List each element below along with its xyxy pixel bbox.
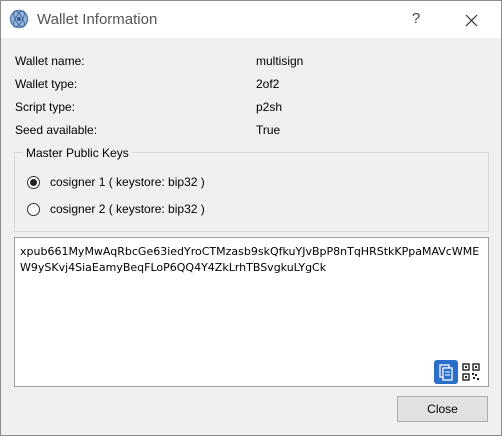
wallet-type-label: Wallet type: <box>15 77 78 91</box>
title-bar[interactable]: Wallet Information ? <box>1 1 501 38</box>
cosigner-1-option[interactable]: cosigner 1 ( keystore: bip32 ) <box>27 173 205 191</box>
close-button[interactable]: Close <box>397 396 488 422</box>
window-title: Wallet Information <box>37 11 158 28</box>
radio-unselected-icon[interactable] <box>27 202 40 216</box>
cosigner-2-label: cosigner 2 ( keystore: bip32 ) <box>50 202 205 216</box>
cosigner-2-option[interactable]: cosigner 2 ( keystore: bip32 ) <box>27 200 205 218</box>
help-button[interactable]: ? <box>405 7 427 31</box>
wallet-type-value: 2of2 <box>256 77 280 91</box>
copy-button[interactable] <box>434 360 458 384</box>
wallet-name-value: multisign <box>256 54 304 68</box>
qrcode-icon[interactable] <box>462 363 480 381</box>
electrum-icon <box>9 9 29 29</box>
wallet-name-label: Wallet name: <box>15 54 85 68</box>
seed-available-label: Seed available: <box>15 123 98 137</box>
master-public-key-value[interactable]: xpub661MyMwAqRbcGe63iedYroCTMzasb9skQfku… <box>20 244 485 276</box>
seed-available-value: True <box>256 123 281 137</box>
radio-selected-icon[interactable] <box>27 175 40 189</box>
close-icon[interactable] <box>456 7 486 33</box>
master-public-keys-group <box>14 152 489 232</box>
wallet-information-dialog: Wallet Information ? Wallet name: multis… <box>0 0 502 436</box>
copy-icon <box>439 364 453 381</box>
cosigner-1-label: cosigner 1 ( keystore: bip32 ) <box>50 175 205 189</box>
script-type-label: Script type: <box>15 100 76 114</box>
group-title: Master Public Keys <box>23 146 132 160</box>
master-public-key-textbox[interactable]: xpub661MyMwAqRbcGe63iedYroCTMzasb9skQfku… <box>14 237 489 387</box>
script-type-value: p2sh <box>256 100 283 114</box>
